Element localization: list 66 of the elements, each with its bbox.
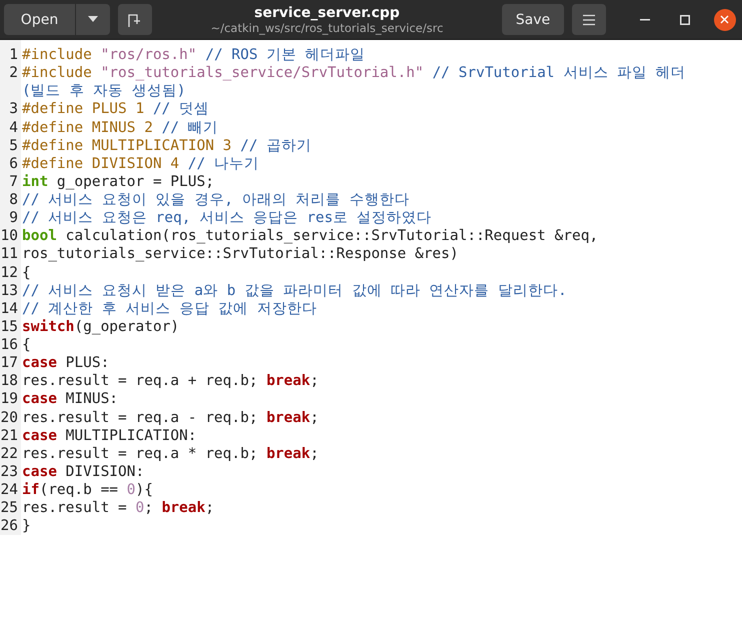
line-number: 23 <box>0 464 19 480</box>
line-number: 18 <box>0 373 19 390</box>
code-line: case MINUS: <box>22 390 120 408</box>
code-line: // 서비스 요청시 받은 a와 b 값을 파라미터 값에 따라 연산자를 달리한다. <box>22 282 568 300</box>
line-number: 21 <box>0 428 19 444</box>
new-tab-button[interactable] <box>118 4 152 35</box>
line-number: 16 <box>0 337 19 353</box>
line-number: 11 <box>0 246 19 262</box>
code-line: #include "ros_tutorials_service/SrvTutorial.h" // SrvTutorial 서비스 파일 헤더 (빌드 후 자동 생성됨) <box>22 64 687 100</box>
code-line: case PLUS: <box>22 354 110 372</box>
code-line: // 서비스 요청이 있을 경우, 아래의 처리를 수행한다 <box>22 191 410 210</box>
menu-icon <box>582 14 596 26</box>
code-line: res.result = req.a + req.b; break; <box>22 372 320 390</box>
line-number: 14 <box>0 300 19 317</box>
code-line: ros_tutorials_service::SrvTutorial::Response &res) <box>22 245 460 264</box>
line-number: 26 <box>0 518 19 534</box>
code-line: // 계산한 후 서비스 응답 값에 저장한다 <box>22 300 318 318</box>
code-line: if(req.b == 0){ <box>22 481 154 500</box>
code-line: switch(g_operator) <box>22 318 180 336</box>
line-number: 2 <box>8 65 19 82</box>
code-line: case DIVISION: <box>22 462 146 481</box>
code-line: #include "ros/ros.h" // ROS 기본 헤더파일 <box>22 46 366 64</box>
code-line: #define MULTIPLICATION 3 // 곱하기 <box>22 136 312 155</box>
code-line: #define PLUS 1 // 덧셈 <box>22 100 210 118</box>
close-button[interactable] <box>714 8 736 30</box>
minimize-icon <box>640 18 650 20</box>
line-number: 15 <box>0 318 19 335</box>
line-number: 1 <box>8 47 19 63</box>
file-path: ~/catkin_ws/src/ros_tutorials_service/src <box>210 20 444 34</box>
code-line: { <box>22 336 32 354</box>
line-number: 20 <box>0 410 19 426</box>
line-number: 3 <box>8 101 19 118</box>
code-line: res.result = req.a * req.b; break; <box>22 444 320 463</box>
line-number: 6 <box>8 156 19 172</box>
line-number: 9 <box>8 210 19 226</box>
line-number: 19 <box>0 391 19 408</box>
code-line: bool calculation(ros_tutorials_service::SrvTutorial::Request &req, <box>22 227 600 246</box>
line-number: 10 <box>0 228 19 244</box>
new-tab-icon <box>127 12 143 28</box>
line-number: 25 <box>0 500 19 516</box>
window-title: service_server.cpp <box>254 4 400 20</box>
line-number: 13 <box>0 282 19 299</box>
dropdown-button[interactable] <box>76 4 110 35</box>
line-number: 17 <box>0 355 19 372</box>
line-number: 22 <box>0 446 19 462</box>
code-line: // 서비스 요청은 req, 서비스 응답은 res로 설정하였다 <box>22 209 433 228</box>
maximize-icon <box>680 14 690 24</box>
close-icon <box>720 15 730 24</box>
code-line: #define DIVISION 4 // 나누기 <box>22 154 260 173</box>
code-line: int g_operator = PLUS; <box>22 172 216 191</box>
line-number: 12 <box>0 264 19 280</box>
line-number: 8 <box>8 192 19 208</box>
open-button[interactable]: Open <box>4 4 76 35</box>
line-number: 24 <box>0 482 19 498</box>
caret-icon <box>87 16 99 23</box>
line-number: 5 <box>8 138 19 154</box>
save-button[interactable]: Save <box>502 4 564 35</box>
code-line: res.result = 0; break; <box>22 499 216 518</box>
menu-button[interactable] <box>572 4 606 35</box>
line-number: 7 <box>8 174 19 190</box>
code-line: res.result = req.a - req.b; break; <box>22 408 320 427</box>
code-line: } <box>22 517 32 536</box>
code-line: { <box>22 264 32 282</box>
code-line: #define MINUS 2 // 빼기 <box>22 118 219 137</box>
line-number: 4 <box>8 120 19 136</box>
code-line: case MULTIPLICATION: <box>22 426 198 445</box>
